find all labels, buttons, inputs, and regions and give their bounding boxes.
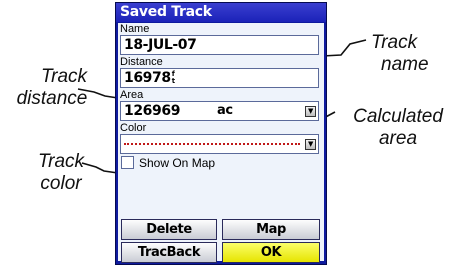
name-field[interactable]: 18-JUL-07 — [120, 35, 319, 55]
name-value: 18-JUL-07 — [124, 37, 197, 53]
saved-track-panel: Name 18-JUL-07 Distance 16978 f t Area 126… — [118, 23, 324, 263]
chevron-down-icon: ▼ — [308, 140, 313, 148]
area-label: Area — [120, 89, 144, 101]
trackback-button[interactable]: TracBack — [121, 242, 217, 263]
callout-track-distance-line2: distance — [16, 88, 88, 110]
area-field[interactable]: 126969 ac ▼ — [120, 101, 319, 121]
name-label: Name — [120, 23, 150, 35]
callout-calculated-area-line1: Calculated — [353, 106, 443, 127]
callout-track-color: Track color — [31, 151, 91, 196]
show-on-map-checkbox[interactable] — [121, 156, 134, 169]
distance-unit-bottom: t — [171, 77, 175, 85]
area-unit-dropdown-button[interactable]: ▼ — [305, 106, 316, 117]
distance-unit: ft — [172, 71, 175, 85]
map-button[interactable]: Map — [222, 219, 320, 240]
callout-track-color-line1: Track — [37, 151, 85, 172]
callout-track-color-line2: color — [40, 173, 82, 195]
area-unit: ac — [217, 103, 233, 118]
delete-button[interactable]: Delete — [121, 219, 217, 240]
track-color-swatch-line — [124, 143, 300, 145]
area-value: 126969 — [124, 103, 181, 119]
color-field[interactable]: ▼ — [120, 134, 319, 154]
distance-value: 16978 — [124, 70, 171, 86]
callout-calculated-area-line2: area — [378, 128, 418, 150]
color-dropdown-button[interactable]: ▼ — [305, 139, 316, 150]
window-title: Saved Track — [116, 3, 326, 22]
distance-label: Distance — [120, 56, 163, 68]
callout-track-name-line1: Track — [371, 32, 418, 53]
callout-track-name: Track name — [371, 32, 429, 77]
callout-track-name-line2: name — [381, 54, 429, 76]
distance-field: 16978 f t — [120, 68, 319, 88]
saved-track-window: Saved Track Name 18-JUL-07 Distance 1697… — [115, 2, 327, 265]
callout-calculated-area: Calculated area — [344, 106, 452, 151]
callout-track-distance: Track distance — [2, 66, 102, 111]
callout-track-distance-line1: Track — [40, 66, 88, 87]
chevron-down-icon: ▼ — [308, 107, 313, 115]
color-label: Color — [120, 122, 147, 134]
ok-button[interactable]: OK — [222, 242, 320, 263]
show-on-map-label: Show On Map — [139, 156, 216, 170]
